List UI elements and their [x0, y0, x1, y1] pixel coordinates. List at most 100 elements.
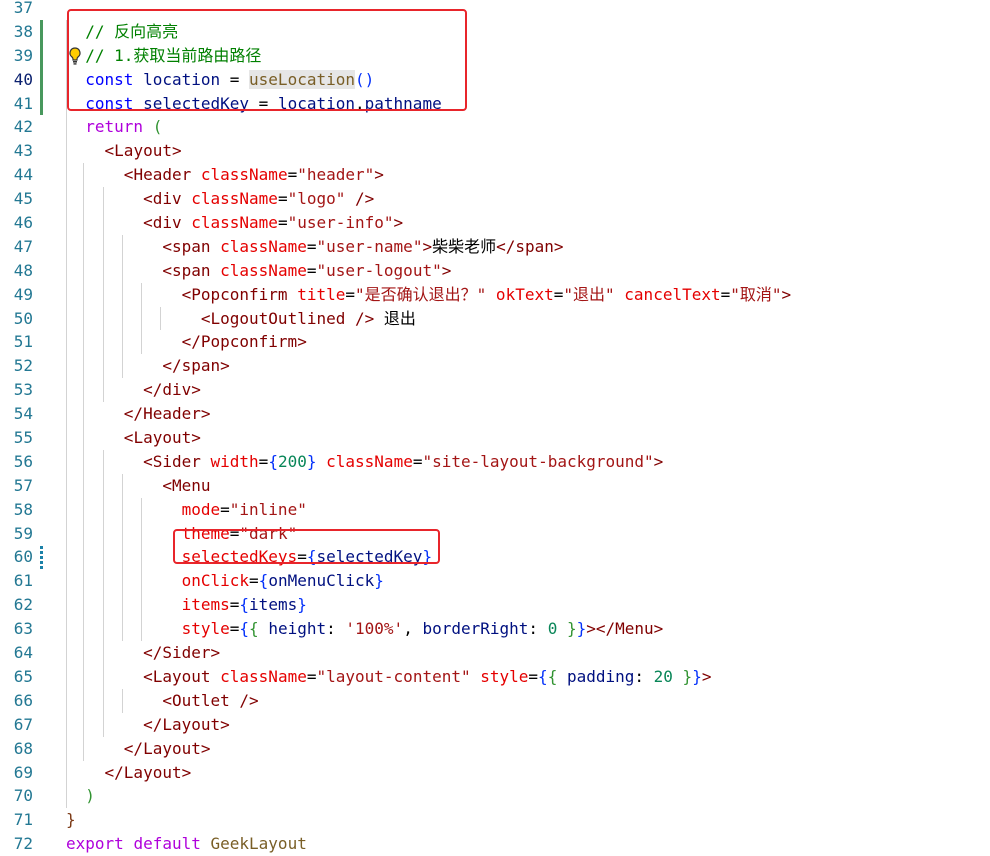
code-token: > [191, 380, 201, 400]
code-line[interactable]: 53 </div> [0, 378, 990, 403]
code-token: 200 [277, 451, 307, 471]
code-text[interactable]: // 1.获取当前路由路径 [85, 44, 261, 68]
code-token: className [200, 165, 288, 185]
code-line[interactable]: 56 <Sider width={200} className="site-la… [0, 449, 990, 474]
code-line[interactable]: 57 <Menu [0, 473, 990, 498]
code-line[interactable]: 50 <LogoutOutlined /> 退出 [0, 306, 990, 331]
code-token: GeekLayout [210, 834, 307, 854]
code-token: "logo" [287, 189, 346, 209]
code-line[interactable]: 61 onClick={onMenuClick} [0, 569, 990, 594]
code-line[interactable]: 51 </Popconfirm> [0, 330, 990, 355]
code-text[interactable]: selectedKeys={selectedKey} [85, 545, 432, 569]
code-token: okText [486, 284, 554, 304]
code-text[interactable]: theme="dark" [85, 522, 298, 546]
code-line[interactable]: 49 <Popconfirm title="是否确认退出？" okText="退… [0, 282, 990, 307]
code-line[interactable]: 67 </Layout> [0, 712, 990, 737]
code-text[interactable]: <LogoutOutlined /> 退出 [85, 307, 416, 331]
indent-guide [66, 330, 67, 355]
code-line[interactable]: 38 // 反向高亮 [0, 19, 990, 44]
code-text[interactable]: const location = useLocation() [85, 68, 374, 92]
code-text[interactable]: return ( [85, 115, 162, 139]
code-line[interactable]: 59 theme="dark" [0, 521, 990, 546]
code-text[interactable]: onClick={onMenuClick} [85, 569, 384, 593]
code-token: className [316, 451, 413, 471]
git-modified-marker [40, 545, 43, 570]
code-text[interactable]: <Sider width={200} className="site-layou… [85, 450, 663, 474]
code-line[interactable]: 64 </Sider> [0, 641, 990, 665]
code-line[interactable]: 47 <span className="user-name">柴柴老师</spa… [0, 234, 990, 259]
code-text[interactable]: </Header> [85, 402, 211, 426]
code-line[interactable]: 68 </Layout> [0, 736, 990, 761]
indent-guide [83, 426, 85, 450]
indent-guide [83, 234, 85, 259]
code-text[interactable]: <span className="user-logout"> [85, 259, 451, 283]
indent-guide [83, 736, 85, 761]
code-line[interactable]: 40 const location = useLocation() [0, 67, 990, 92]
code-line[interactable]: 52 </span> [0, 354, 990, 379]
indent-guide [121, 617, 123, 642]
indent-guide [141, 521, 143, 546]
code-text[interactable]: <Header className="header"> [85, 163, 384, 187]
indent-guide [141, 282, 143, 307]
code-text[interactable]: </Sider> [85, 641, 220, 665]
code-token: } [692, 666, 702, 686]
code-text[interactable]: <div className="logo" /> [85, 187, 374, 211]
code-token: LogoutOutlined [210, 308, 355, 328]
code-line[interactable]: 66 <Outlet /> [0, 688, 990, 713]
code-text[interactable]: </Layout> [85, 713, 230, 737]
code-text[interactable]: <Layout> [85, 426, 201, 450]
code-text[interactable]: <Outlet /> [85, 689, 258, 713]
code-line[interactable]: 46 <div className="user-info"> [0, 211, 990, 235]
code-token: = [258, 451, 269, 471]
code-text[interactable]: mode="inline" [85, 498, 307, 522]
code-token: span [515, 236, 554, 256]
indent-guide [66, 569, 67, 594]
code-text[interactable]: </Layout> [85, 761, 192, 785]
code-line[interactable]: 60 selectedKeys={selectedKey} [0, 545, 990, 570]
code-text[interactable]: </Layout> [85, 737, 211, 761]
code-text[interactable]: </span> [85, 354, 229, 378]
line-number: 71 [13, 810, 33, 830]
code-text[interactable]: const selectedKey = location.pathname [85, 92, 441, 116]
code-line[interactable]: 55 <Layout> [0, 426, 990, 450]
code-editor[interactable]: 37 38 // 反向高亮 39 // 1.获取当前路由路径 40 const locati… [0, 0, 990, 856]
code-text[interactable]: <span className="user-name">柴柴老师</span> [85, 235, 563, 259]
code-text[interactable]: } [66, 808, 76, 832]
code-line[interactable]: 63 style={{ height: '100%', borderRight:… [0, 617, 990, 642]
code-line[interactable]: 37 [0, 0, 990, 20]
code-line[interactable]: 43 <Layout> [0, 139, 990, 164]
code-line[interactable]: 44 <Header className="header"> [0, 163, 990, 188]
code-text[interactable]: ) [85, 784, 95, 808]
code-line[interactable]: 70) [0, 784, 990, 809]
code-text[interactable]: <Layout> [85, 139, 182, 163]
line-number: 50 [13, 308, 33, 328]
code-text[interactable]: </Popconfirm> [85, 330, 307, 354]
code-text[interactable]: <Layout className = "layout-content" style… [85, 665, 711, 689]
indent-guide [102, 378, 104, 403]
code-line[interactable]: 39 // 1.获取当前路由路径 [0, 43, 990, 68]
code-token: Header [133, 165, 201, 185]
indent-guide [141, 593, 143, 618]
lightbulb-icon[interactable] [67, 46, 83, 66]
code-token: < [85, 260, 172, 280]
code-line[interactable]: 58 mode="inline" [0, 497, 990, 522]
code-line[interactable]: 71} [0, 808, 990, 832]
code-line[interactable]: 45 <div className="logo" /> [0, 187, 990, 212]
code-line[interactable]: 72 export default GeekLayout [0, 832, 990, 856]
code-text[interactable]: <Popconfirm title="是否确认退出？" okText="退出" … [85, 283, 792, 307]
code-line[interactable]: 65 <Layout className = "layout-content" st… [0, 664, 990, 689]
code-line[interactable]: 42 return ( [0, 115, 990, 140]
code-text[interactable]: <Menu [85, 474, 210, 498]
code-line[interactable]: 48 <span className="user-logout"> [0, 258, 990, 283]
code-line[interactable]: 62 items={items} [0, 593, 990, 618]
indent-guide [83, 449, 85, 474]
code-line[interactable]: 54 </Header> [0, 402, 990, 427]
code-token: selectedKey [316, 547, 423, 567]
code-text[interactable]: items={items} [85, 593, 307, 617]
code-text[interactable]: <div className="user-info"> [85, 211, 403, 235]
code-text[interactable]: // 反向高亮 [85, 20, 178, 44]
code-text[interactable]: style={{ height: '100%', borderRight: 0 … [85, 617, 664, 641]
code-line[interactable]: 41 const selectedKey = location.pathname [0, 91, 990, 116]
code-line[interactable]: 69 </Layout> [0, 760, 990, 785]
code-text[interactable]: export default GeekLayout [66, 832, 307, 856]
